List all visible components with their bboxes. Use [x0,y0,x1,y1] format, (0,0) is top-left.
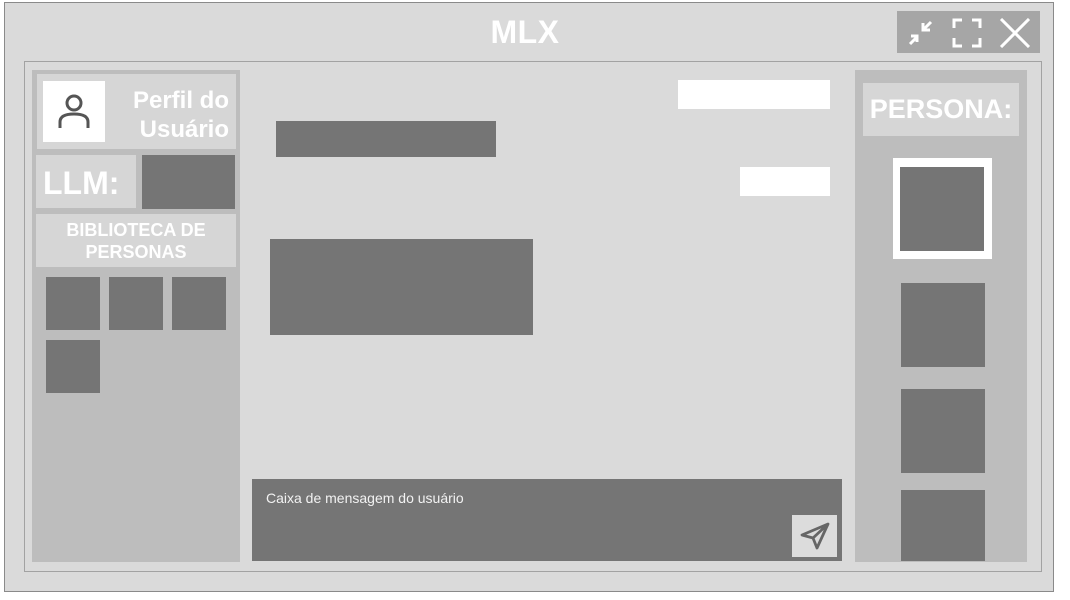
profile-label-line2: Usuário [139,116,229,143]
persona-library-label: BIBLIOTECA DE PERSONAS [36,219,236,263]
shrink-icon [908,20,933,46]
library-persona-tile[interactable] [46,340,100,393]
llm-label: LLM: [43,165,120,201]
message-input-placeholder: Caixa de mensagem do usuário [266,490,464,506]
fullscreen-button[interactable] [946,11,986,53]
library-persona-tile[interactable] [46,277,100,330]
app-title: MLX [490,14,560,50]
user-icon [58,94,90,128]
persona-tile[interactable] [901,389,985,473]
profile-label-line1: Perfil do [132,87,229,114]
selected-persona-image [900,167,984,251]
persona-tile[interactable] [901,283,985,367]
user-message [678,80,830,109]
library-label-line1: BIBLIOTECA DE [66,220,206,240]
close-button[interactable] [993,11,1033,53]
send-icon [800,522,830,550]
library-persona-tile[interactable] [109,277,163,330]
library-label-line2: PERSONAS [85,242,187,262]
llm-select[interactable] [142,155,235,209]
shrink-button[interactable] [899,11,939,53]
assistant-message [270,239,533,335]
fullscreen-icon [952,18,982,48]
close-icon [999,18,1031,48]
avatar [43,81,105,142]
window-controls [897,11,1040,53]
persona-tile[interactable] [901,490,985,561]
assistant-message [276,121,496,157]
profile-label: Perfil do Usuário [113,86,229,144]
persona-label: PERSONA: [869,94,1013,124]
library-persona-tile[interactable] [172,277,226,330]
user-message [740,167,830,196]
send-button[interactable] [792,515,837,557]
